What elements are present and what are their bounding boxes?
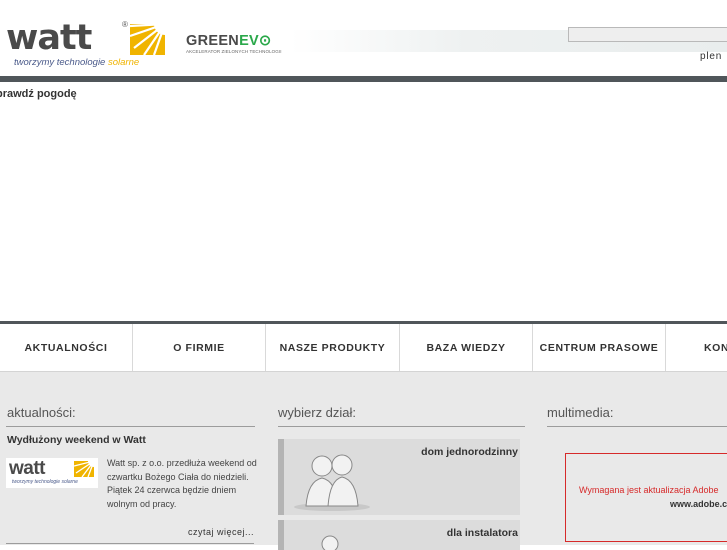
- nav-item-centrum-prasowe[interactable]: CENTRUM PRASOWE: [533, 324, 666, 371]
- greenevo-tagline: AKCELERATOR ZIELONYCH TECHNOLOGII: [186, 49, 282, 54]
- section-card-dom-jednorodzinny[interactable]: dom jednorodzinny: [278, 439, 520, 515]
- search-input[interactable]: [568, 27, 727, 42]
- news-bottom-rule: [6, 543, 254, 544]
- thumb-tagline: tworzymy technologie solarne: [12, 479, 78, 485]
- header-divider-bar: [0, 76, 727, 82]
- main-nav: AKTUALNOŚCI O FIRMIE NASZE PRODUKTY BAZA…: [0, 321, 727, 372]
- nav-item-nasze-produkty[interactable]: NASZE PRODUKTY: [266, 324, 400, 371]
- greenevo-wordmark: GREENEV⊙: [186, 33, 272, 49]
- watt-logo[interactable]: watt ® tworzymy technologie solarne: [6, 18, 166, 70]
- flash-player-placeholder: Wymagana jest aktualizacja Adobe www.ado…: [565, 453, 727, 542]
- nav-item-o-firmie[interactable]: O FIRMIE: [133, 324, 266, 371]
- site-header: watt ® tworzymy technologie solarne GREE…: [0, 0, 727, 76]
- nav-item-aktualnosci[interactable]: AKTUALNOŚCI: [0, 324, 133, 371]
- sections-heading: wybierz dział:: [278, 405, 357, 420]
- greenevo-o-icon: ⊙: [259, 33, 272, 49]
- sun-panel-icon: [130, 24, 165, 55]
- adobe-link[interactable]: www.adobe.c: [670, 499, 727, 509]
- greenevo-logo[interactable]: GREENEV⊙ AKCELERATOR ZIELONYCH TECHNOLOG…: [186, 33, 286, 58]
- multimedia-heading-rule: [547, 426, 727, 427]
- section-label: dla instalatora: [446, 527, 518, 539]
- news-heading-rule: [6, 426, 255, 427]
- read-more-link[interactable]: czytaj więcej...: [188, 527, 254, 537]
- section-label: dom jednorodzinny: [421, 446, 518, 458]
- multimedia-heading: multimedia:: [547, 405, 614, 420]
- logo-wordmark: watt: [6, 18, 92, 58]
- installer-illustration-icon: [321, 535, 339, 550]
- logo-tagline: tworzymy technologie solarne: [14, 57, 140, 68]
- news-body-text: Watt sp. z o.o. przedłuża weekend od czw…: [107, 458, 257, 509]
- registered-mark-icon: ®: [122, 20, 128, 29]
- language-switch-link[interactable]: plen: [700, 51, 722, 62]
- family-illustration-icon: [294, 454, 370, 511]
- weather-link[interactable]: prawdź pogodę: [0, 88, 77, 100]
- section-card-dla-instalatora[interactable]: dla instalatora: [278, 520, 520, 550]
- nav-item-baza-wiedzy[interactable]: BAZA WIEDZY: [400, 324, 533, 371]
- sections-heading-rule: [278, 426, 525, 427]
- thumb-wordmark: watt: [9, 458, 46, 479]
- news-heading: aktualności:: [7, 405, 76, 420]
- content-area: aktualności: Wydłużony weekend w Watt Wa…: [0, 372, 727, 550]
- news-thumbnail[interactable]: watt tworzymy technologie solarne: [6, 458, 98, 488]
- sun-panel-icon: [74, 461, 94, 477]
- news-title-link[interactable]: Wydłużony weekend w Watt: [7, 434, 146, 446]
- nav-item-kontakt[interactable]: KON: [666, 324, 727, 371]
- flash-update-message: Wymagana jest aktualizacja Adobe: [579, 485, 719, 495]
